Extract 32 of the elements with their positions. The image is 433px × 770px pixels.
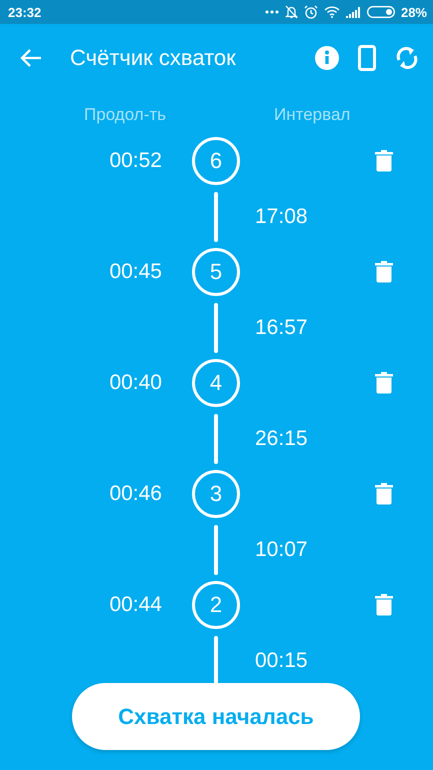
bell-off-icon bbox=[284, 5, 298, 19]
delete-button[interactable] bbox=[375, 261, 393, 283]
interval-text: 10:07 bbox=[254, 538, 309, 562]
duration-text: 00:44 bbox=[109, 593, 163, 617]
delete-button[interactable] bbox=[375, 372, 393, 394]
duration-column-header: Продол-ть bbox=[84, 104, 167, 124]
contraction-number: 4 bbox=[192, 359, 240, 407]
screen-title: Счётчик схваток bbox=[70, 45, 237, 71]
battery-percent: 28% bbox=[400, 4, 427, 20]
interval-text: 00:15 bbox=[254, 648, 309, 672]
interval-text: 16:57 bbox=[254, 316, 309, 340]
delete-button[interactable] bbox=[375, 483, 393, 505]
delete-button[interactable] bbox=[375, 150, 393, 172]
contraction-number: 3 bbox=[192, 470, 240, 518]
alarm-clock-icon bbox=[304, 5, 318, 19]
delete-button[interactable] bbox=[375, 594, 393, 616]
interval-column-header: Интервал bbox=[273, 104, 352, 124]
wifi-icon bbox=[324, 6, 340, 18]
signal-icon bbox=[346, 6, 361, 18]
contraction-number: 5 bbox=[192, 248, 240, 296]
interval-text: 17:08 bbox=[254, 204, 309, 228]
contraction-started-button[interactable]: Схватка началась bbox=[72, 683, 360, 750]
contraction-number: 6 bbox=[192, 137, 240, 185]
status-time: 23:32 bbox=[8, 4, 42, 20]
duration-text: 00:46 bbox=[109, 482, 163, 506]
interval-text: 26:15 bbox=[254, 426, 309, 450]
duration-text: 00:45 bbox=[109, 260, 163, 284]
duration-text: 00:40 bbox=[109, 371, 163, 395]
battery-icon bbox=[366, 6, 395, 18]
duration-text: 00:52 bbox=[109, 149, 163, 173]
more-dots-icon bbox=[264, 10, 279, 14]
contraction-number: 2 bbox=[192, 581, 240, 629]
